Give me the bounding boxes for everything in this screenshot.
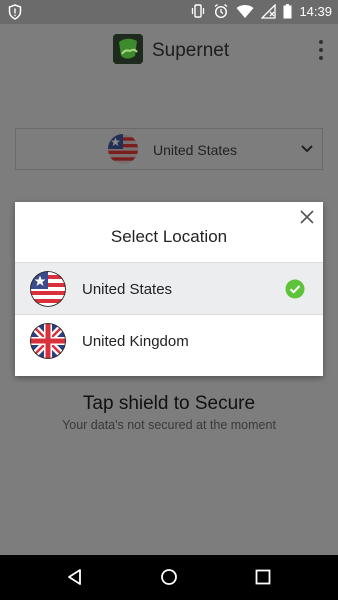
alarm-icon (213, 3, 229, 19)
vibrate-icon (190, 3, 206, 19)
tap-shield-title: Tap shield to Secure (82, 393, 256, 414)
selected-location-label: United States (153, 142, 238, 158)
chevron-down-icon (300, 142, 314, 161)
app-title: Supernet (152, 40, 230, 61)
check-circle-icon (285, 279, 305, 299)
wifi-icon (236, 4, 254, 19)
recents-icon[interactable] (253, 567, 273, 587)
battery-icon (283, 3, 292, 19)
status-bar: 14:39 (0, 0, 338, 24)
us-flag-icon (30, 271, 66, 307)
navigation-bar (0, 555, 338, 600)
overflow-menu-icon[interactable] (316, 40, 326, 60)
location-option-united-states[interactable]: United States (15, 262, 323, 314)
shield-alert-icon (8, 4, 22, 25)
select-location-dialog: Select Location United States United Kin… (15, 202, 323, 376)
no-signal-icon (261, 3, 277, 19)
location-option-united-kingdom[interactable]: United Kingdom (15, 314, 323, 366)
location-label: United States (82, 281, 173, 298)
home-icon[interactable] (159, 567, 179, 587)
app-bar: Supernet (0, 24, 338, 76)
security-status-text: Your data's not secured at the moment (62, 418, 276, 432)
us-flag-icon (108, 134, 138, 164)
uk-flag-icon (30, 323, 66, 359)
dialog-title: Select Location (110, 227, 228, 246)
close-icon[interactable] (299, 209, 315, 225)
location-dropdown[interactable]: United States (15, 128, 323, 170)
back-icon[interactable] (65, 567, 85, 587)
status-time: 14:39 (299, 3, 332, 19)
supernet-logo-icon (113, 34, 143, 64)
location-label: United Kingdom (82, 333, 189, 350)
